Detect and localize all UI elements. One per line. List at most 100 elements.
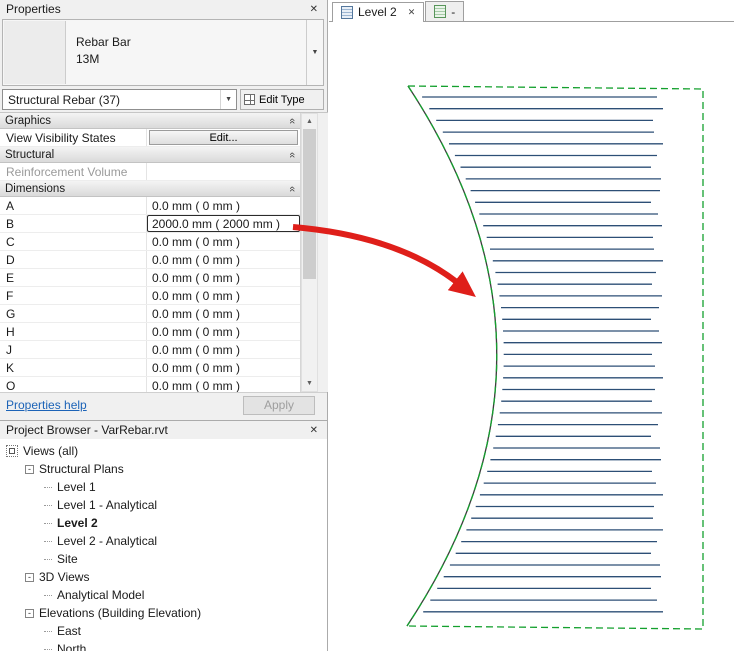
tree-item-label: Site <box>57 552 78 566</box>
tree-connector <box>44 522 52 524</box>
tree-connector <box>44 540 52 542</box>
param-label: O <box>0 377 147 392</box>
properties-header: Properties ✕ <box>0 0 327 18</box>
properties-title: Properties <box>6 2 61 16</box>
chevron-down-icon[interactable]: ▼ <box>306 20 323 85</box>
param-value-d[interactable]: 0.0 mm ( 0 mm ) <box>147 251 300 268</box>
collapse-icon[interactable]: - <box>25 572 34 582</box>
param-label: A <box>0 197 147 214</box>
tree-item-label: Views (all) <box>23 444 79 458</box>
element-filter-combo[interactable]: Structural Rebar (37) ▼ <box>2 89 237 110</box>
apply-button[interactable]: Apply <box>243 395 315 415</box>
param-value-k[interactable]: 0.0 mm ( 0 mm ) <box>147 359 300 376</box>
section-label: Structural <box>5 148 55 161</box>
dimension-row-c: C 0.0 mm ( 0 mm ) <box>0 233 300 251</box>
param-value: Edit... <box>147 129 300 146</box>
dimension-row-d: D 0.0 mm ( 0 mm ) <box>0 251 300 269</box>
family-name: Rebar Bar <box>76 35 131 49</box>
properties-help-link[interactable]: Properties help <box>6 398 87 412</box>
tree-item-level-2-analytical[interactable]: Level 2 - Analytical <box>0 532 327 550</box>
view-tab-label: Level 2 <box>358 5 397 19</box>
tree-item-3d-views[interactable]: -3D Views <box>0 568 327 586</box>
param-value-h[interactable]: 0.0 mm ( 0 mm ) <box>147 323 300 340</box>
collapse-icon[interactable]: - <box>25 608 34 618</box>
plan-view-icon <box>341 5 353 19</box>
tree-item-level-1[interactable]: Level 1 <box>0 478 327 496</box>
view-tab-level-2[interactable]: Level 2 ✕ <box>332 2 425 22</box>
section-header-graphics[interactable]: Graphics « <box>0 113 300 129</box>
close-icon[interactable]: ✕ <box>307 425 321 436</box>
type-name-block: Rebar Bar 13M <box>66 20 306 85</box>
view-tab-dash[interactable]: - <box>425 1 465 21</box>
project-browser-title: Project Browser - VarRebar.rvt <box>6 423 168 437</box>
type-selector[interactable]: Rebar Bar 13M ▼ <box>2 19 324 86</box>
param-value-o[interactable]: 0.0 mm ( 0 mm ) <box>147 377 300 392</box>
param-label: C <box>0 233 147 250</box>
project-browser-header: Project Browser - VarRebar.rvt ✕ <box>0 421 327 439</box>
collapse-icon[interactable]: - <box>25 464 34 474</box>
edit-type-button[interactable]: Edit Type <box>240 89 324 110</box>
view-tab-label: - <box>451 4 456 19</box>
section-header-structural[interactable]: Structural « <box>0 147 300 163</box>
project-browser-panel: Project Browser - VarRebar.rvt ✕ Views (… <box>0 420 327 651</box>
edit-visibility-button[interactable]: Edit... <box>149 130 298 145</box>
tree-item-level-2[interactable]: Level 2 <box>0 514 327 532</box>
scrollbar-thumb[interactable] <box>303 129 316 279</box>
scroll-down-icon[interactable]: ▼ <box>302 376 317 391</box>
tree-item-structural-plans[interactable]: - Structural Plans <box>0 460 327 478</box>
edit-type-label: Edit Type <box>259 93 305 106</box>
drawing-viewport: Level 2 ✕ - <box>329 0 734 651</box>
dimension-row-g: G 0.0 mm ( 0 mm ) <box>0 305 300 323</box>
tree-item-label: East <box>57 624 82 638</box>
param-row-reinforcement-volume: Reinforcement Volume <box>0 163 300 181</box>
tree-item-label: North <box>57 642 87 651</box>
chevron-down-icon: ▼ <box>220 90 236 109</box>
param-value-g[interactable]: 0.0 mm ( 0 mm ) <box>147 305 300 322</box>
drawing-canvas[interactable] <box>329 22 734 651</box>
param-label: D <box>0 251 147 268</box>
dimension-row-b: B 2000.0 mm ( 2000 mm ) <box>0 215 300 233</box>
section-label: Graphics <box>5 114 52 127</box>
dimension-row-f: F 0.0 mm ( 0 mm ) <box>0 287 300 305</box>
param-label: F <box>0 287 147 304</box>
filter-row: Structural Rebar (37) ▼ Edit Type <box>2 89 324 110</box>
tree-item-label: Level 2 - Analytical <box>57 534 158 548</box>
param-value-f[interactable]: 0.0 mm ( 0 mm ) <box>147 287 300 304</box>
param-value-c[interactable]: 0.0 mm ( 0 mm ) <box>147 233 300 250</box>
tree-connector <box>44 504 52 506</box>
tree-item-east[interactable]: East <box>0 622 327 640</box>
param-label: G <box>0 305 147 322</box>
section-header-dimensions[interactable]: Dimensions « <box>0 181 300 197</box>
param-value-j[interactable]: 0.0 mm ( 0 mm ) <box>147 341 300 358</box>
dimension-row-k: K 0.0 mm ( 0 mm ) <box>0 359 300 377</box>
view-tab-bar: Level 2 ✕ - <box>329 0 734 22</box>
collapse-chevron-icon: « <box>285 185 298 192</box>
dimension-rows: A 0.0 mm ( 0 mm ) B 2000.0 mm ( 2000 mm ) C 0… <box>0 197 300 392</box>
close-tab-icon[interactable]: ✕ <box>408 7 416 18</box>
tree-item-elevations-building-elevation[interactable]: - Elevations (Building Elevation) <box>0 604 327 622</box>
tree-item-label: Level 1 - Analytical <box>57 498 158 512</box>
views-tree: Views (all) - Structural Plans Level 1 Level… <box>0 439 327 651</box>
param-value-b[interactable]: 2000.0 mm ( 2000 mm ) <box>147 215 300 232</box>
tree-item-views-all[interactable]: Views (all) <box>0 442 327 460</box>
scroll-up-icon[interactable]: ▲ <box>302 114 317 129</box>
tree-connector <box>44 558 52 560</box>
tree-item-analytical-model[interactable]: Analytical Model <box>0 586 327 604</box>
tree-connector <box>44 648 52 650</box>
tree-item-label: Level 1 <box>57 480 96 494</box>
tree-item-site[interactable]: Site <box>0 550 327 568</box>
tree-item-north[interactable]: North <box>0 640 327 651</box>
rebar-sketch <box>406 85 704 630</box>
tree-item-label: 3D Views <box>39 570 90 584</box>
left-dock: Properties ✕ Rebar Bar 13M ▼ Structural … <box>0 0 328 651</box>
view-icon <box>434 5 447 18</box>
scrollbar[interactable]: ▲ ▼ <box>301 113 318 392</box>
param-label: J <box>0 341 147 358</box>
param-label: E <box>0 269 147 286</box>
param-value-a[interactable]: 0.0 mm ( 0 mm ) <box>147 197 300 214</box>
tree-connector <box>44 486 52 488</box>
param-value-e[interactable]: 0.0 mm ( 0 mm ) <box>147 269 300 286</box>
properties-footer: Properties help Apply <box>0 392 327 417</box>
close-icon[interactable]: ✕ <box>307 4 321 15</box>
tree-item-level-1-analytical[interactable]: Level 1 - Analytical <box>0 496 327 514</box>
